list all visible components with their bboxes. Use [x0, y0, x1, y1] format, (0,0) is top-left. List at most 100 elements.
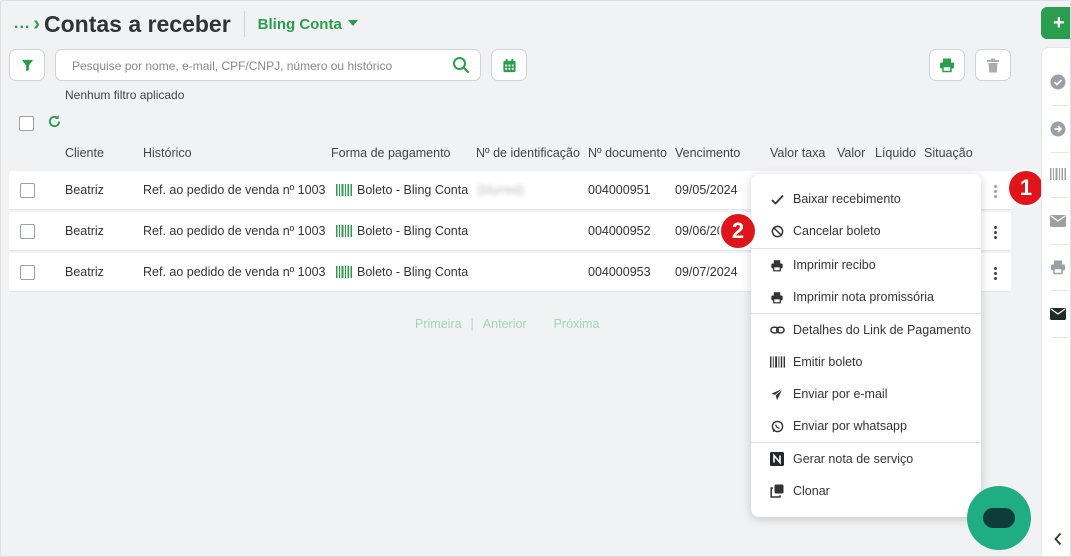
barcode-icon[interactable] [1049, 165, 1067, 183]
check-circle-icon[interactable] [1049, 73, 1067, 91]
chevron-left-icon[interactable] [1049, 530, 1067, 548]
menu-item-label: Detalhes do Link de Pagamento [793, 323, 971, 337]
menu-item-cancelar-boleto[interactable]: Cancelar boleto [751, 215, 981, 247]
link-icon [769, 322, 785, 338]
chevron-right-icon: › [33, 12, 41, 35]
sidebar-divider [1051, 152, 1069, 153]
cell-cliente: Beatriz [65, 265, 104, 279]
filter-icon [21, 59, 33, 71]
payment-label: Boleto - Bling Conta [357, 265, 469, 279]
filter-status: Nenhum filtro aplicado [65, 88, 185, 102]
pagination-next[interactable]: Próxima [554, 317, 600, 331]
cell-vencimento: 09/07/2024 [675, 265, 738, 279]
menu-item-detalhes-link[interactable]: Detalhes do Link de Pagamento [751, 314, 981, 346]
plus-icon: + [1053, 11, 1065, 34]
menu-item-imprimir-recibo[interactable]: Imprimir recibo [751, 249, 981, 281]
printer-icon[interactable] [1049, 258, 1067, 276]
cell-historico: Ref. ao pedido de venda nº 1003 [143, 265, 326, 279]
column-header-forma-pagamento[interactable]: Forma de pagamento [331, 146, 451, 160]
add-button[interactable]: + [1041, 7, 1070, 39]
menu-item-label: Enviar por e-mail [793, 387, 888, 401]
refresh-icon[interactable] [47, 114, 62, 129]
row-actions-menu: Baixar recebimento Cancelar boleto Impri… [751, 174, 981, 517]
pagination: Primeira | Anterior Próxima [415, 317, 599, 331]
arrow-circle-right-icon[interactable] [1049, 120, 1067, 138]
column-header-valor[interactable]: Valor [837, 146, 865, 160]
column-header-valor-taxa[interactable]: Valor taxa [770, 146, 825, 160]
date-filter-button[interactable] [491, 49, 527, 81]
sidebar-divider [1051, 105, 1069, 106]
caret-down-icon [347, 19, 358, 26]
menu-item-label: Imprimir recibo [793, 258, 876, 272]
menu-item-enviar-whatsapp[interactable]: Enviar por whatsapp [751, 410, 981, 442]
trash-icon [987, 58, 999, 72]
chat-widget-button[interactable] [967, 486, 1031, 550]
envelope-icon[interactable] [1049, 212, 1067, 230]
menu-item-baixar-recebimento[interactable]: Baixar recebimento [751, 183, 981, 215]
pagination-first[interactable]: Primeira [415, 317, 462, 331]
envelope-icon[interactable] [1049, 305, 1067, 323]
row-actions-kebab-icon[interactable] [989, 179, 1001, 203]
menu-item-clonar[interactable]: Clonar [751, 475, 981, 507]
page: ... › Contas a receber Bling Conta Nenhu… [0, 0, 1071, 557]
cell-documento: 004000953 [588, 265, 651, 279]
page-header: ... › Contas a receber Bling Conta [14, 9, 358, 39]
cell-vencimento: 09/05/2024 [675, 183, 738, 197]
cell-documento: 004000952 [588, 224, 651, 238]
cell-cliente: Beatriz [65, 183, 104, 197]
column-header-vencimento[interactable]: Vencimento [675, 146, 740, 160]
header-divider [243, 11, 245, 37]
annotation-badge-2: 2 [721, 214, 755, 248]
menu-item-label: Imprimir nota promissória [793, 290, 935, 304]
menu-item-label: Cancelar boleto [793, 224, 881, 238]
ban-icon [769, 223, 785, 239]
menu-item-enviar-email[interactable]: Enviar por e-mail [751, 378, 981, 410]
cell-historico: Ref. ao pedido de venda nº 1003 [143, 224, 326, 238]
row-checkbox[interactable] [20, 265, 35, 280]
cell-forma-pagamento: Boleto - Bling Conta [336, 265, 468, 279]
pagination-previous[interactable]: Anterior [483, 317, 527, 331]
right-sidebar [1041, 47, 1070, 556]
menu-item-label: Clonar [793, 484, 830, 498]
whatsapp-icon [769, 418, 785, 434]
cell-documento: 004000951 [588, 183, 651, 197]
cell-forma-pagamento: Boleto - Bling Conta [336, 224, 468, 238]
menu-item-label: Emitir boleto [793, 355, 863, 369]
column-header-historico[interactable]: Histórico [143, 146, 192, 160]
menu-item-label: Gerar nota de serviço [793, 452, 914, 466]
printer-icon [940, 58, 954, 73]
sidebar-divider [1051, 244, 1069, 245]
chat-bubble-icon [983, 508, 1015, 528]
row-actions-kebab-icon[interactable] [989, 220, 1001, 244]
column-header-identificacao[interactable]: Nº de identificação [476, 146, 580, 160]
filter-button[interactable] [9, 49, 45, 81]
check-icon [769, 191, 785, 207]
column-header-cliente[interactable]: Cliente [65, 146, 104, 160]
column-header-documento[interactable]: Nº documento [588, 146, 667, 160]
menu-item-label: Baixar recebimento [793, 192, 901, 206]
annotation-badge-1: 1 [1009, 171, 1043, 205]
cell-cliente: Beatriz [65, 224, 104, 238]
payment-label: Boleto - Bling Conta [357, 224, 469, 238]
menu-item-emitir-boleto[interactable]: Emitir boleto [751, 346, 981, 378]
n-logo-icon [769, 451, 785, 467]
account-selector[interactable]: Bling Conta [258, 16, 358, 33]
row-checkbox[interactable] [20, 183, 35, 198]
cell-forma-pagamento: Boleto - Bling Conta [336, 183, 468, 197]
column-header-liquido[interactable]: Líquido [875, 146, 916, 160]
search-icon[interactable] [452, 56, 470, 74]
column-header-situacao[interactable]: Situação [924, 146, 973, 160]
select-all-checkbox[interactable] [19, 116, 34, 131]
sidebar-divider [1051, 197, 1069, 198]
clone-icon [769, 483, 785, 499]
calendar-icon [502, 58, 516, 72]
menu-item-imprimir-nota-promissoria[interactable]: Imprimir nota promissória [751, 281, 981, 313]
row-checkbox[interactable] [20, 224, 35, 239]
search-input[interactable] [72, 56, 442, 76]
search-box [55, 49, 481, 81]
row-actions-kebab-icon[interactable] [989, 261, 1001, 285]
delete-button[interactable] [975, 49, 1011, 81]
print-button[interactable] [929, 49, 965, 81]
breadcrumb-ellipsis[interactable]: ... [14, 15, 30, 33]
menu-item-gerar-nota-servico[interactable]: Gerar nota de serviço [751, 443, 981, 475]
